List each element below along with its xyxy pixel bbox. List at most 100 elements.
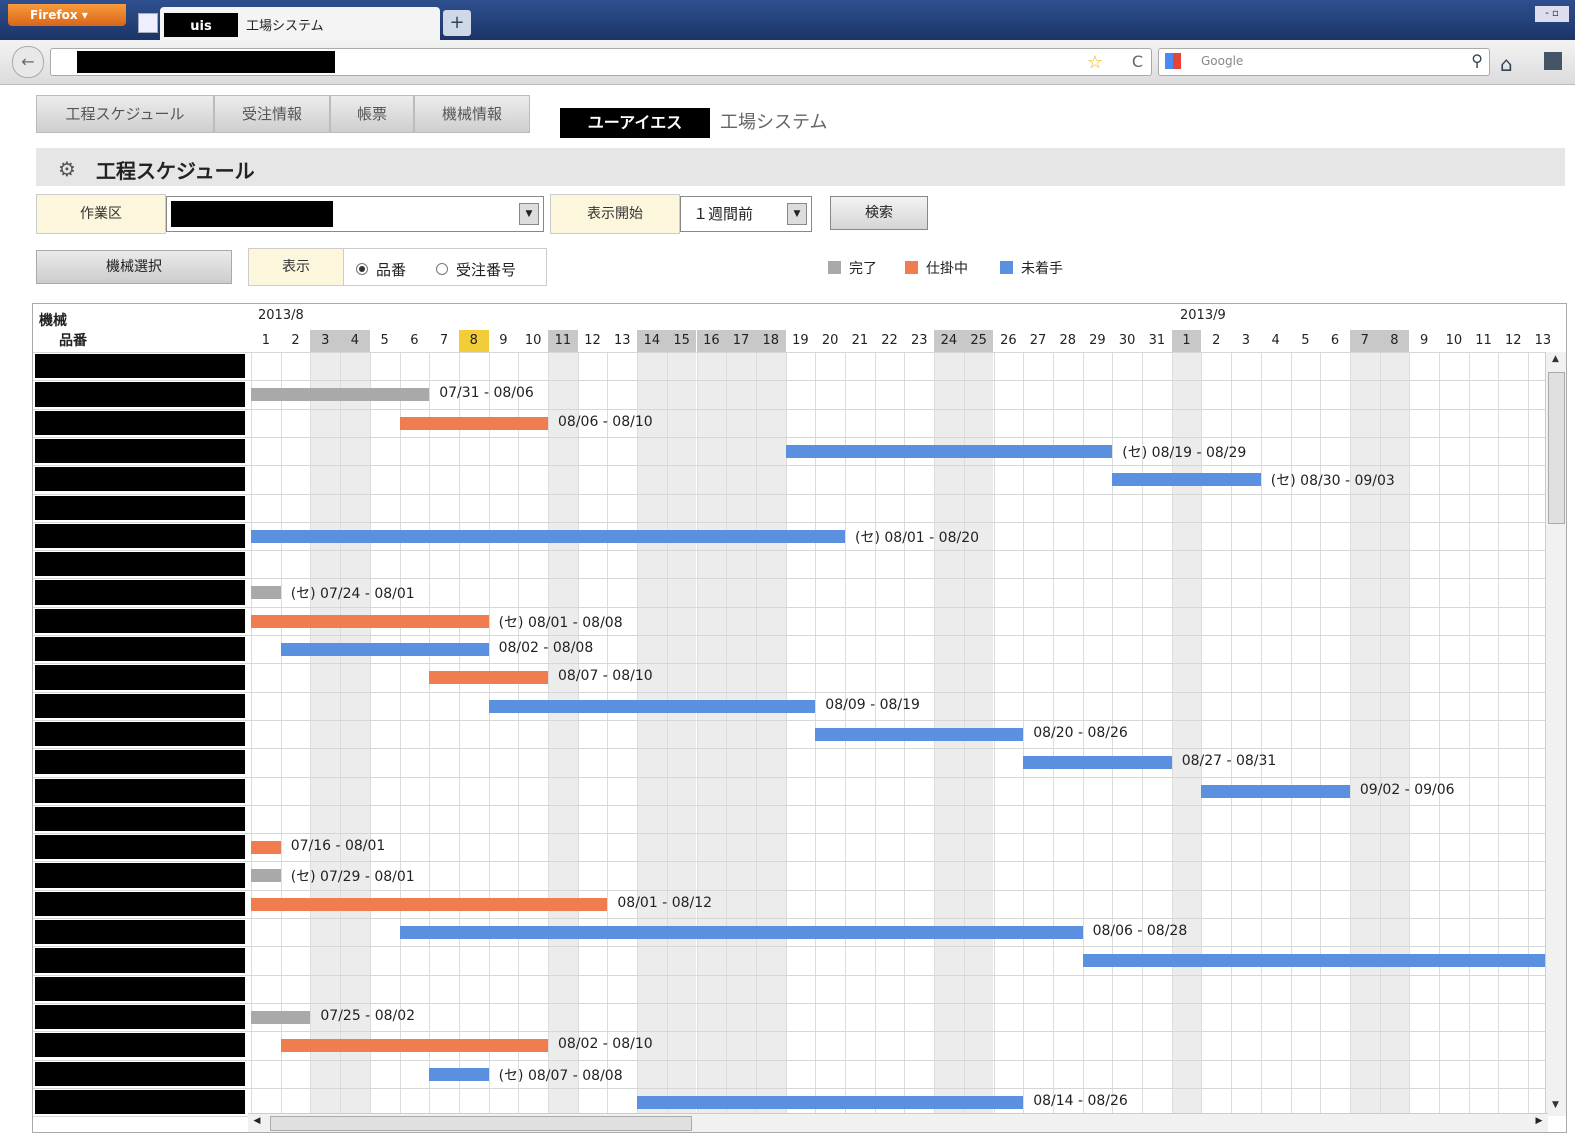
radio-part-number[interactable]: 品番	[356, 259, 406, 280]
scroll-up-icon[interactable]: ▲	[1548, 354, 1563, 368]
grid-row-line	[33, 550, 1545, 552]
scroll-left-icon[interactable]: ◀	[250, 1116, 264, 1130]
grid-column-line	[1201, 352, 1203, 1116]
home-icon[interactable]: ⌂	[1500, 52, 1513, 76]
grid-column-line	[1498, 352, 1500, 1116]
grid-row-line	[33, 974, 1545, 976]
task-bar-todo[interactable]	[251, 529, 845, 543]
chevron-down-icon[interactable]: ▼	[787, 203, 807, 225]
day-label: 9	[499, 333, 508, 348]
browser-tab[interactable]: uis 工場システム	[160, 7, 440, 40]
day-label: 4	[1271, 333, 1280, 348]
nav-reports[interactable]: 帳票	[330, 95, 414, 133]
scroll-down-icon[interactable]: ▼	[1548, 1100, 1563, 1114]
horizontal-scroll-thumb[interactable]	[270, 1116, 692, 1131]
machine-name-redacted	[35, 382, 245, 407]
task-bar-done[interactable]	[251, 869, 281, 883]
task-date-label: 08/02 - 08/08	[498, 640, 594, 656]
task-date-label: 07/25 - 08/02	[320, 1007, 416, 1024]
task-bar-done[interactable]	[251, 586, 281, 600]
page-header: ⚙ 工程スケジュール	[36, 148, 1565, 186]
start-select[interactable]: １週間前 ▼	[680, 196, 812, 232]
grid-row-line	[33, 889, 1545, 891]
workarea-select[interactable]: ▼	[166, 196, 544, 232]
day-label: 18	[755, 330, 786, 352]
task-bar-todo[interactable]	[280, 643, 489, 656]
grid-column-line	[458, 352, 460, 1116]
google-icon[interactable]	[1165, 53, 1181, 69]
display-label: 表示	[248, 248, 344, 286]
machine-name-redacted	[35, 495, 245, 520]
machine-name-redacted	[35, 1089, 245, 1115]
task-bar-done[interactable]	[251, 388, 430, 402]
machine-name-redacted	[35, 778, 245, 803]
grid-row-line	[33, 776, 1545, 778]
horizontal-scrollbar[interactable]: ◀ ▶	[248, 1113, 1548, 1132]
radio-order-number[interactable]: 受注番号	[436, 259, 516, 280]
display-radio-group: 品番 受注番号	[343, 248, 547, 286]
nav-machines[interactable]: 機械情報	[414, 95, 530, 133]
task-bar-todo[interactable]	[785, 444, 1113, 458]
task-bar-todo[interactable]	[1112, 473, 1261, 487]
reload-icon[interactable]: C	[1132, 52, 1143, 71]
task-bar-todo[interactable]	[1201, 784, 1350, 798]
back-arrow-icon[interactable]: ←	[12, 46, 44, 78]
vertical-scroll-thumb[interactable]	[1548, 372, 1565, 524]
nav-orders[interactable]: 受注情報	[214, 95, 330, 133]
task-date-label: 08/09 - 08/19	[825, 696, 920, 713]
vertical-scrollbar[interactable]: ▲ ▼	[1545, 352, 1566, 1116]
grid-row-line	[33, 436, 1545, 438]
day-label: 7	[1349, 330, 1380, 352]
task-date-label: 08/06 - 08/28	[1092, 923, 1188, 939]
day-label: 9	[1420, 333, 1429, 348]
firefox-menu-button[interactable]: Firefox ▾	[8, 4, 126, 26]
machine-name-redacted	[35, 721, 245, 747]
weekend-column	[548, 352, 578, 1116]
grid-row-line	[33, 748, 1545, 750]
grid-row-line	[33, 946, 1545, 948]
nav-schedule[interactable]: 工程スケジュール	[36, 95, 214, 133]
scroll-right-icon[interactable]: ▶	[1532, 1116, 1546, 1130]
url-bar[interactable]: ☆ C	[50, 48, 1152, 76]
task-bar-todo[interactable]	[429, 1067, 489, 1081]
bookmark-star-icon[interactable]: ☆	[1087, 52, 1103, 73]
task-bar-wip[interactable]	[429, 671, 548, 685]
task-bar-todo[interactable]	[1082, 954, 1545, 968]
grid-row-line	[33, 635, 1545, 636]
weekend-column	[637, 352, 667, 1116]
task-bar-todo[interactable]	[815, 727, 1024, 741]
grid-row-line	[33, 578, 1545, 580]
grid-column-line	[755, 352, 757, 1116]
legend-swatch-wip	[905, 261, 918, 274]
task-date-label: (セ) 08/01 - 08/08	[498, 614, 623, 631]
grid-column-line	[1379, 352, 1381, 1116]
task-bar-todo[interactable]	[637, 1095, 1024, 1109]
task-bar-todo[interactable]	[399, 926, 1083, 939]
search-icon[interactable]: ⚲	[1471, 51, 1483, 70]
radio-checked-icon[interactable]	[356, 263, 368, 275]
radio-unchecked-icon[interactable]	[436, 263, 448, 275]
window-controls[interactable]: - ▫	[1535, 6, 1569, 22]
machine-name-redacted	[35, 523, 245, 549]
new-tab-button[interactable]: +	[443, 10, 471, 36]
tab-group-icon[interactable]	[138, 13, 158, 33]
task-bar-todo[interactable]	[1023, 756, 1172, 770]
machine-select-button[interactable]: 機械選択	[36, 250, 232, 284]
weekend-column	[696, 352, 727, 1116]
search-input[interactable]: Google ⚲	[1158, 48, 1490, 76]
machine-name-redacted	[35, 693, 245, 718]
chevron-down-icon[interactable]: ▼	[519, 203, 539, 225]
task-bar-wip[interactable]	[251, 614, 489, 628]
task-bar-done[interactable]	[251, 1010, 311, 1024]
grid-column-line	[607, 352, 609, 1116]
day-label: 8	[458, 330, 489, 352]
task-bar-wip[interactable]	[251, 841, 281, 855]
search-button[interactable]: 検索	[830, 196, 928, 230]
task-bar-wip[interactable]	[251, 897, 608, 911]
task-bar-wip[interactable]	[280, 1039, 548, 1053]
grid-row-line	[33, 352, 1545, 353]
bookmarks-icon[interactable]	[1544, 52, 1562, 70]
task-bar-todo[interactable]	[488, 699, 816, 713]
task-bar-wip[interactable]	[399, 416, 548, 430]
machine-name-redacted	[35, 891, 245, 916]
